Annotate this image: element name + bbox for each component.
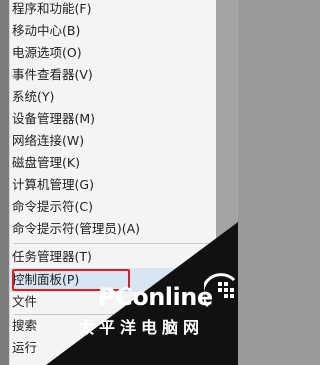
menu-item-command-prompt-admin[interactable]: 命令提示符(管理员)(A) <box>10 217 217 241</box>
menu-item-programs-features[interactable]: 程序和功能(F) <box>10 0 217 21</box>
menu-item-mobility-center[interactable]: 移动中心(B) <box>10 19 217 43</box>
menu-separator <box>14 243 214 244</box>
menu-item-disk-management[interactable]: 磁盘管理(K) <box>10 151 217 175</box>
menu-item-network-connections[interactable]: 网络连接(W) <box>10 129 217 153</box>
menu-item-command-prompt[interactable]: 命令提示符(C) <box>10 195 217 219</box>
menu-item-event-viewer[interactable]: 事件查看器(V) <box>10 63 217 87</box>
menu-item-run[interactable]: 运行 <box>10 336 217 360</box>
watermark-subtitle: 太平洋电脑网 <box>78 318 205 337</box>
menu-item-task-manager[interactable]: 任务管理器(T) <box>10 245 217 269</box>
menu-item-computer-management[interactable]: 计算机管理(G) <box>10 173 217 197</box>
desktop-edge <box>0 0 9 365</box>
watermark-logo-text: PConline <box>98 283 213 311</box>
menu-item-system[interactable]: 系统(Y) <box>10 85 217 109</box>
menu-item-device-manager[interactable]: 设备管理器(M) <box>10 107 217 131</box>
menu-item-power-options[interactable]: 电源选项(O) <box>10 41 217 65</box>
desktop-background <box>216 0 238 365</box>
